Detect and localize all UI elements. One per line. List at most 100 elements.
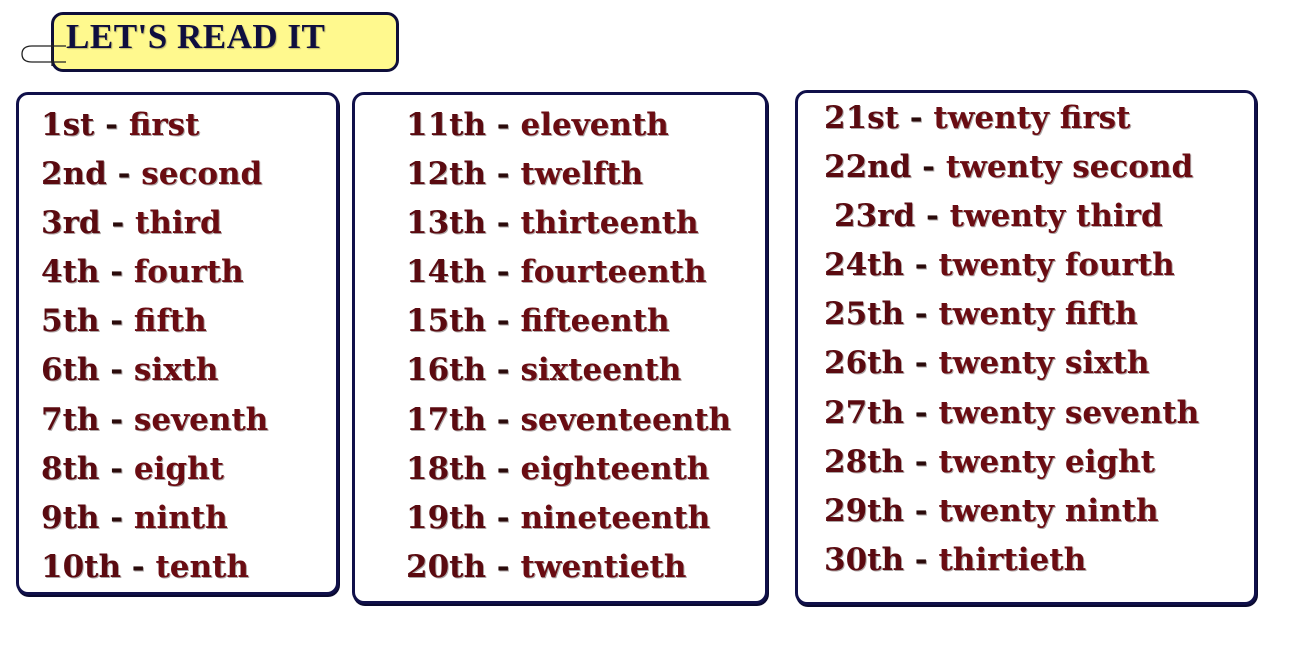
ordinal-item: 8th - eight (41, 448, 268, 497)
paperclip-icon (21, 42, 66, 66)
ordinal-word: twenty sixth (938, 345, 1150, 382)
ordinal-list-3: 21st - twenty first 22nd - twenty second 2… (824, 97, 1199, 588)
ordinal-item: 17th - seventeenth (406, 399, 731, 448)
ordinal-word: sixteenth (520, 352, 682, 389)
ordinal-item: 10th - tenth (41, 546, 268, 595)
ordinal-word: fourth (133, 254, 244, 291)
separator-dash: - (925, 198, 939, 235)
separator-dash: - (496, 548, 510, 585)
ordinal-item: 20th - twentieth (406, 546, 731, 595)
page-title: LET'S READ IT (66, 17, 326, 56)
ordinal-word: twenty ninth (938, 492, 1159, 529)
separator-dash: - (496, 205, 510, 242)
ordinal-number: 21st (824, 100, 899, 136)
ordinal-word: fourteenth (520, 254, 707, 291)
separator-dash: - (914, 541, 928, 578)
separator-dash: - (914, 296, 928, 333)
ordinal-number: 28th (824, 443, 904, 480)
separator-dash: - (496, 352, 510, 389)
separator-dash: - (117, 156, 131, 193)
ordinal-item: 27th - twenty seventh (824, 392, 1199, 441)
separator-dash: - (914, 492, 928, 529)
ordinal-item: 6th - sixth (41, 349, 268, 398)
ordinal-number: 15th (406, 303, 486, 340)
ordinal-item: 23rd - twenty third (824, 195, 1199, 244)
ordinal-number: 7th (41, 401, 100, 438)
ordinal-word: first (128, 107, 200, 143)
ordinal-word: sixth (133, 352, 219, 389)
ordinal-item: 5th - fifth (41, 300, 268, 349)
separator-dash: - (110, 450, 124, 487)
ordinal-item: 29th - twenty ninth (824, 490, 1199, 539)
separator-dash: - (496, 499, 510, 536)
separator-dash: - (914, 345, 928, 382)
ordinal-item: 7th - seventh (41, 399, 268, 448)
ordinal-number: 6th (41, 352, 100, 389)
ordinal-item: 16th - sixteenth (406, 349, 731, 398)
ordinal-item: 13th - thirteenth (406, 202, 731, 251)
ordinal-number: 23rd (834, 198, 916, 235)
ordinal-word: thirtieth (938, 541, 1087, 578)
ordinal-number: 30th (824, 541, 904, 578)
separator-dash: - (110, 303, 124, 340)
ordinal-item: 2nd - second (41, 153, 268, 202)
ordinal-word: twenty eight (938, 443, 1155, 480)
ordinal-word: twelfth (520, 156, 644, 193)
separator-dash: - (496, 254, 510, 291)
ordinal-item: 19th - nineteenth (406, 497, 731, 546)
separator-dash: - (496, 303, 510, 340)
ordinal-number: 24th (824, 247, 904, 284)
ordinal-number: 22nd (824, 149, 912, 186)
ordinal-number: 3rd (41, 205, 101, 242)
ordinal-word: eleventh (520, 107, 669, 143)
separator-dash: - (105, 107, 119, 143)
ordinal-item: 3rd - third (41, 202, 268, 251)
ordinal-number: 29th (824, 492, 904, 529)
ordinal-number: 11th (406, 107, 486, 143)
separator-dash: - (111, 205, 125, 242)
ordinal-word: eighteenth (520, 450, 710, 487)
ordinal-item: 18th - eighteenth (406, 448, 731, 497)
ordinal-number: 13th (406, 205, 486, 242)
ordinal-item: 12th - twelfth (406, 153, 731, 202)
ordinal-number: 8th (41, 450, 100, 487)
ordinal-item: 1st - first (41, 104, 268, 153)
ordinal-item: 9th - ninth (41, 497, 268, 546)
ordinal-number: 17th (406, 401, 486, 438)
ordinal-number: 16th (406, 352, 486, 389)
ordinal-item: 24th - twenty fourth (824, 244, 1199, 293)
ordinal-number: 14th (406, 254, 486, 291)
ordinal-item: 11th - eleventh (406, 104, 731, 153)
ordinal-list-2: 11th - eleventh 12th - twelfth 13th - thir… (406, 104, 731, 595)
ordinal-item: 25th - twenty fifth (824, 293, 1199, 342)
ordinal-item: 21st - twenty first (824, 97, 1199, 146)
ordinal-word: seventeenth (520, 401, 732, 438)
ordinal-number: 10th (41, 548, 121, 585)
ordinal-number: 27th (824, 394, 904, 431)
ordinal-item: 30th - thirtieth (824, 539, 1199, 588)
ordinal-number: 12th (406, 156, 486, 193)
ordinal-number: 2nd (41, 156, 107, 193)
ordinal-item: 15th - fifteenth (406, 300, 731, 349)
ordinal-word: third (135, 205, 222, 242)
ordinal-word: twenty first (933, 100, 1131, 136)
ordinal-word: twenty fifth (938, 296, 1138, 333)
ordinal-word: fifth (133, 303, 207, 340)
ordinal-word: ninth (133, 499, 228, 536)
ordinal-word: twenty seventh (938, 394, 1200, 431)
ordinal-word: twentieth (520, 548, 687, 585)
separator-dash: - (110, 499, 124, 536)
ordinal-word: fifteenth (520, 303, 670, 340)
ordinal-word: twenty third (949, 198, 1163, 235)
ordinal-number: 1st (41, 107, 95, 143)
ordinal-word: eight (133, 450, 224, 487)
ordinal-item: 28th - twenty eight (824, 441, 1199, 490)
ordinal-word: twenty second (945, 149, 1194, 186)
separator-dash: - (496, 450, 510, 487)
ordinal-word: second (141, 156, 263, 193)
ordinal-word: thirteenth (520, 205, 699, 242)
separator-dash: - (922, 149, 936, 186)
ordinal-number: 25th (824, 296, 904, 333)
ordinal-word: nineteenth (520, 499, 711, 536)
ordinal-number: 9th (41, 499, 100, 536)
